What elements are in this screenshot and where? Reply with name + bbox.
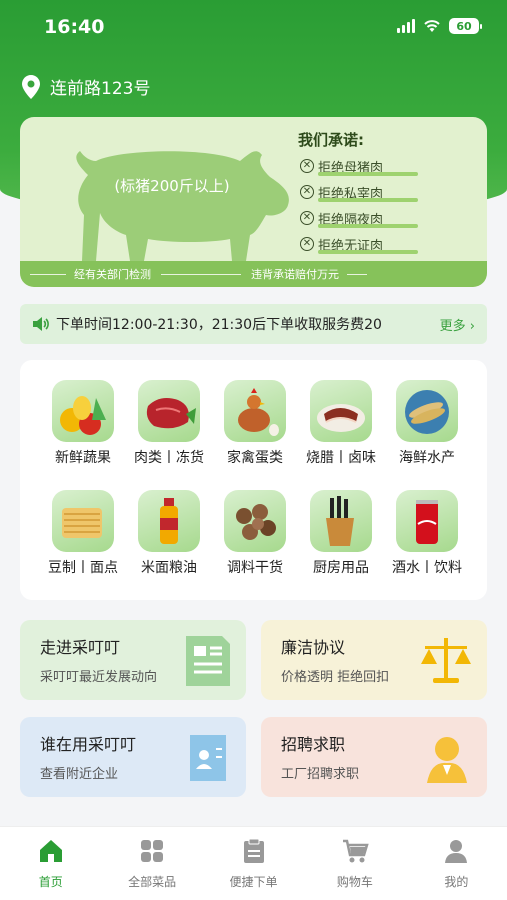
feature-subtitle: 采叮叮最近发展动向 [40,670,158,685]
reject-icon: ✕ [300,211,314,225]
promise-item: ✕ 拒绝私宰肉 [300,179,418,205]
notice-more-link[interactable]: 更多 › [440,315,475,334]
meat-icon [138,380,200,442]
feature-title: 廉洁协议 [281,638,346,657]
category-label: 米面粮油 [141,560,197,576]
user-icon [445,840,468,863]
tofu-noodle-icon [52,490,114,552]
clipboard-icon [243,838,264,863]
knife-block-icon [310,490,372,552]
feature-users[interactable]: 谁在用采叮叮 查看附近企业 [20,717,246,797]
category-item-vegetables[interactable]: 新鲜蔬果 [38,380,128,467]
banner-footer-left: 经有关部门检测 [74,268,151,281]
reject-icon: ✕ [300,159,314,173]
category-label: 海鲜水产 [399,450,455,466]
category-label: 豆制丨面点 [48,560,118,576]
promise-list: ✕ 拒绝母猪肉 ✕ 拒绝私宰肉 ✕ 拒绝隔夜肉 ✕ 拒绝无证肉 [300,153,418,257]
tab-all-dishes[interactable]: 全部菜品 [101,827,202,900]
tab-label: 首页 [38,875,63,889]
category-label: 酒水丨饮料 [392,560,462,576]
feature-about[interactable]: 走进采叮叮 采叮叮最近发展动向 [20,620,246,700]
cola-can-icon [396,490,458,552]
feature-integrity[interactable]: 廉洁协议 价格透明 拒绝回扣 [261,620,487,700]
location-address: 连前路123号 [50,79,151,99]
signal-icon [397,19,415,33]
person-icon [427,737,467,783]
tab-mine[interactable]: 我的 [406,827,507,900]
banner-footer: 经有关部门检测 违背承诺赔付万元 [20,261,487,287]
tab-cart[interactable]: 购物车 [304,827,405,900]
promise-item: ✕ 拒绝隔夜肉 [300,205,418,231]
feature-subtitle: 价格透明 拒绝回扣 [281,670,390,685]
poultry-icon [224,380,286,442]
enterprise-card-icon [190,735,226,781]
reject-icon: ✕ [300,185,314,199]
category-label: 新鲜蔬果 [55,450,111,466]
notice-text: 下单时间12:00-21:30，21:30后下单收取服务费20 [56,317,382,333]
category-item-oil[interactable]: 米面粮油 [124,490,214,577]
tab-label: 我的 [444,875,469,889]
tab-quick-order[interactable]: 便捷下单 [203,827,304,900]
scale-icon [421,638,471,683]
category-label: 调料干货 [227,560,283,576]
document-icon [186,636,230,686]
speaker-icon [33,317,49,331]
battery-icon: 60 [449,18,482,34]
promise-banner[interactable]: (标猪200斤以上) 我们承诺: ✕ 拒绝母猪肉 ✕ 拒绝私宰肉 ✕ 拒绝隔夜肉… [20,117,487,287]
feature-title: 谁在用采叮叮 [40,735,137,754]
bottom-tab-bar: 首页 全部菜品 便捷下单 购物车 我的 [0,826,507,900]
category-label: 烧腊丨卤味 [306,450,376,466]
feature-subtitle: 查看附近企业 [40,767,119,782]
home-icon [39,840,62,862]
promise-item: ✕ 拒绝母猪肉 [300,153,418,179]
status-bar: 16:40 60 [0,14,507,42]
category-grid: 新鲜蔬果 肉类丨冻货 家禽蛋类 烧腊丨卤味 海鲜水产 豆制丨面点 米面粮油 调料… [20,360,487,600]
tab-label: 购物车 [336,875,373,889]
category-item-cured-meat[interactable]: 烧腊丨卤味 [296,380,386,467]
dried-goods-icon [224,490,286,552]
feature-jobs[interactable]: 招聘求职 工厂招聘求职 [261,717,487,797]
tab-label: 便捷下单 [229,875,278,889]
seafood-icon [396,380,458,442]
tab-home[interactable]: 首页 [0,827,101,900]
category-item-poultry[interactable]: 家禽蛋类 [210,380,300,467]
category-item-seafood[interactable]: 海鲜水产 [382,380,472,467]
feature-subtitle: 工厂招聘求职 [281,767,360,782]
wifi-icon [424,20,440,32]
tab-label: 全部菜品 [128,875,177,889]
category-item-meat[interactable]: 肉类丨冻货 [124,380,214,467]
promise-title: 我们承诺: [298,131,364,149]
notice-bar[interactable]: 下单时间12:00-21:30，21:30后下单收取服务费20 更多 › [20,304,487,344]
category-label: 厨房用品 [313,560,369,576]
feature-title: 招聘求职 [281,735,346,754]
location-selector[interactable]: 连前路123号 [22,74,150,99]
status-time: 16:40 [44,16,105,38]
pig-illustration [76,151,289,261]
reject-icon: ✕ [300,237,314,251]
category-item-drinks[interactable]: 酒水丨饮料 [382,490,472,577]
cart-icon [342,839,369,863]
category-label: 家禽蛋类 [227,450,283,466]
location-pin-icon [22,74,40,99]
category-label: 肉类丨冻货 [134,450,204,466]
oil-icon [138,490,200,552]
battery-level: 60 [456,19,472,33]
grid-icon [141,840,164,862]
category-item-dried-goods[interactable]: 调料干货 [210,490,300,577]
cured-meat-icon [310,380,372,442]
status-icons: 60 [397,18,482,34]
banner-footer-right: 违背承诺赔付万元 [251,268,339,281]
feature-title: 走进采叮叮 [40,638,121,657]
category-item-tofu-noodle[interactable]: 豆制丨面点 [38,490,128,577]
pig-weight-note: (标猪200斤以上) [114,177,230,195]
category-item-kitchen[interactable]: 厨房用品 [296,490,386,577]
promise-item: ✕ 拒绝无证肉 [300,231,418,257]
vegetables-icon [52,380,114,442]
